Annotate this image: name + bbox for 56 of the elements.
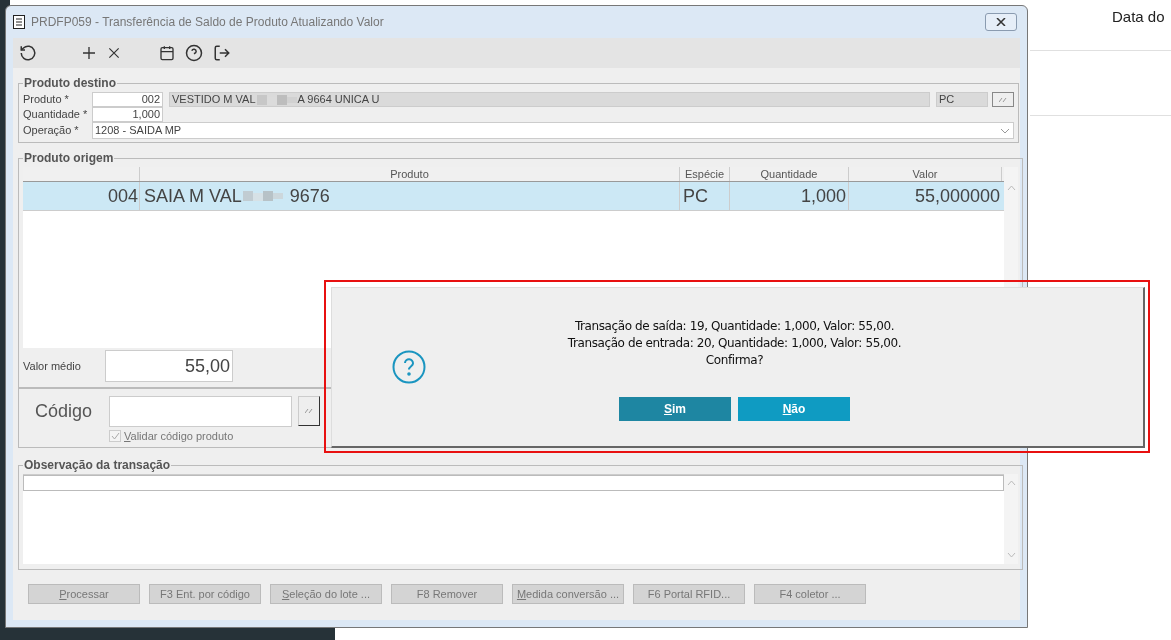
close-icon xyxy=(996,18,1006,26)
input-field[interactable]: 55,00 xyxy=(105,350,233,382)
dialog-message: Transação de saída: 19, Quantidade: 1,000, Valor: 55,00. xyxy=(574,317,895,335)
unit-field: PC xyxy=(936,92,988,107)
chevron-down-icon xyxy=(1000,127,1010,134)
dialog-button[interactable]: Sim xyxy=(619,396,731,421)
column-header: Produto xyxy=(140,167,680,181)
input-field[interactable] xyxy=(109,396,292,427)
product-text: 9676 xyxy=(289,185,330,208)
calendar-icon[interactable] xyxy=(159,44,175,62)
dropdown-value: 1208 - SAIDA MP xyxy=(95,123,183,138)
dialog-message: Confirma? xyxy=(705,351,764,369)
blur-mask xyxy=(256,94,297,105)
dialog-button[interactable]: Não xyxy=(738,396,850,421)
dropdown-field[interactable]: 1208 - SAIDA MP xyxy=(92,122,1014,139)
add-icon[interactable] xyxy=(81,45,97,61)
product-text: SAIA M VAL xyxy=(144,185,242,208)
group-legend: Produto destino xyxy=(23,74,117,92)
description-text: VESTIDO M VAL xyxy=(172,93,256,106)
column-header: Espécie xyxy=(680,167,730,181)
table-cell: PC xyxy=(680,182,730,210)
column-header: Data do xyxy=(1112,7,1165,27)
input-field[interactable]: 002 xyxy=(92,92,163,107)
chevron-down-icon xyxy=(1006,552,1016,558)
table-row[interactable]: 004 SAIA M VAL 9676 PC 1,000 55,000000 xyxy=(23,182,1004,211)
check-icon xyxy=(110,432,120,441)
close-button[interactable] xyxy=(985,13,1017,31)
dialog-message: Transação de entrada: 20, Quantidade: 1,000, Valor: 55,00. xyxy=(567,334,902,352)
table-cell-text: 55,000000 xyxy=(913,185,1001,208)
group-legend: Observação da transação xyxy=(23,456,172,474)
field-label: Operação * xyxy=(23,123,80,139)
lookup-icon xyxy=(305,408,313,414)
blur-mask xyxy=(242,191,283,201)
description-text: A 9664 UNICA U xyxy=(297,93,380,106)
checkbox-label: Validar código produto xyxy=(124,429,234,444)
table-cell: 1,000 xyxy=(730,182,849,210)
help-icon xyxy=(392,350,426,384)
column-header: Valor xyxy=(849,167,1002,181)
lookup-button[interactable] xyxy=(298,396,320,426)
exit-icon[interactable] xyxy=(213,44,231,62)
document-icon xyxy=(13,15,25,29)
field-label: Valor médio xyxy=(23,358,82,374)
field-label: Quantidade * xyxy=(23,107,89,123)
input-field[interactable]: 1,000 xyxy=(92,107,163,122)
chevron-up-icon xyxy=(1006,480,1016,486)
field-label: Produto * xyxy=(23,92,70,108)
close-icon[interactable] xyxy=(107,46,121,60)
field-label: Código xyxy=(35,400,94,423)
table-cell: 004 xyxy=(23,182,140,210)
window-title: PRDFP059 - Transferência de Saldo de Produto Atualizando Valor xyxy=(31,14,384,31)
chevron-up-icon xyxy=(1006,185,1016,191)
help-icon[interactable] xyxy=(185,44,203,62)
refresh-icon[interactable] xyxy=(19,44,37,62)
column-header: Quantidade xyxy=(730,167,849,181)
lookup-icon xyxy=(999,96,1007,103)
group-legend: Produto origem xyxy=(23,149,115,167)
